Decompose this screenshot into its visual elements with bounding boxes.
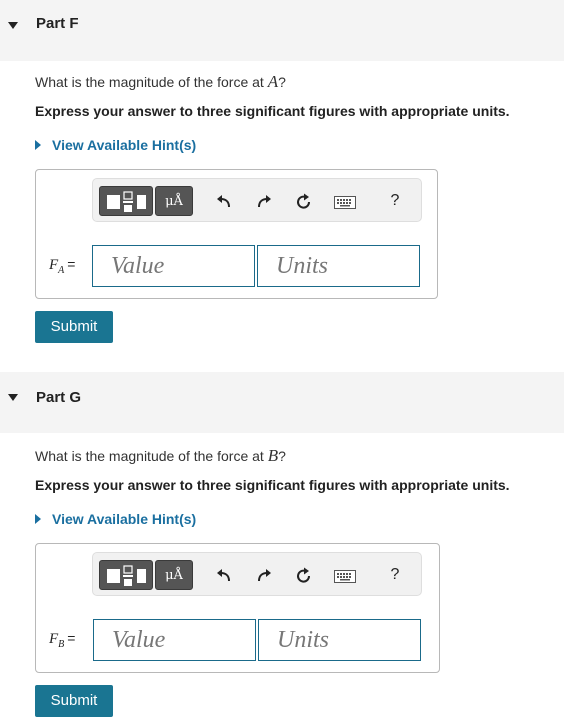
question-variable: B — [267, 446, 279, 465]
fraction-template-icon — [107, 191, 146, 212]
instruction-text: Express your answer to three significant… — [35, 103, 510, 119]
reset-icon[interactable] — [292, 179, 316, 223]
undo-icon[interactable] — [212, 179, 236, 223]
math-toolbar: μÅ ? — [92, 178, 422, 222]
part-g-header[interactable]: Part G — [0, 372, 564, 433]
question-text: What is the magnitude of the force at A? — [35, 72, 286, 91]
collapse-caret-icon[interactable] — [8, 22, 18, 29]
question-text: What is the magnitude of the force at B? — [35, 446, 286, 465]
question-variable: A — [267, 72, 279, 91]
collapse-caret-icon[interactable] — [8, 394, 18, 401]
undo-icon[interactable] — [212, 553, 236, 597]
keyboard-icon[interactable] — [330, 179, 360, 223]
redo-icon[interactable] — [252, 553, 276, 597]
view-hints-link[interactable]: View Available Hint(s) — [35, 137, 196, 153]
units-button[interactable]: μÅ — [155, 186, 193, 216]
expand-triangle-icon — [35, 514, 41, 525]
instruction-text: Express your answer to three significant… — [35, 477, 510, 493]
part-title: Part F — [36, 15, 79, 32]
math-toolbar: μÅ ? — [92, 552, 422, 596]
units-button[interactable]: μÅ — [155, 560, 193, 590]
redo-icon[interactable] — [252, 179, 276, 223]
variable-label: FB = — [49, 630, 76, 650]
answer-box: μÅ ? FA = Value Units — [35, 169, 438, 299]
reset-icon[interactable] — [292, 553, 316, 597]
templates-button[interactable] — [99, 560, 153, 590]
keyboard-icon[interactable] — [330, 553, 360, 597]
value-input[interactable]: Value — [92, 245, 255, 287]
value-input[interactable]: Value — [93, 619, 256, 661]
part-title: Part G — [36, 389, 82, 406]
variable-label: FA = — [49, 256, 76, 276]
units-input[interactable]: Units — [257, 245, 420, 287]
submit-button[interactable]: Submit — [35, 685, 113, 717]
submit-button[interactable]: Submit — [35, 311, 113, 343]
view-hints-link[interactable]: View Available Hint(s) — [35, 511, 196, 527]
units-input[interactable]: Units — [258, 619, 421, 661]
help-icon[interactable]: ? — [383, 553, 407, 597]
expand-triangle-icon — [35, 140, 41, 151]
templates-button[interactable] — [99, 186, 153, 216]
part-f-header[interactable]: Part F — [0, 0, 564, 61]
help-icon[interactable]: ? — [383, 179, 407, 223]
fraction-template-icon — [107, 565, 146, 586]
answer-box: μÅ ? FB = Value Units — [35, 543, 440, 673]
